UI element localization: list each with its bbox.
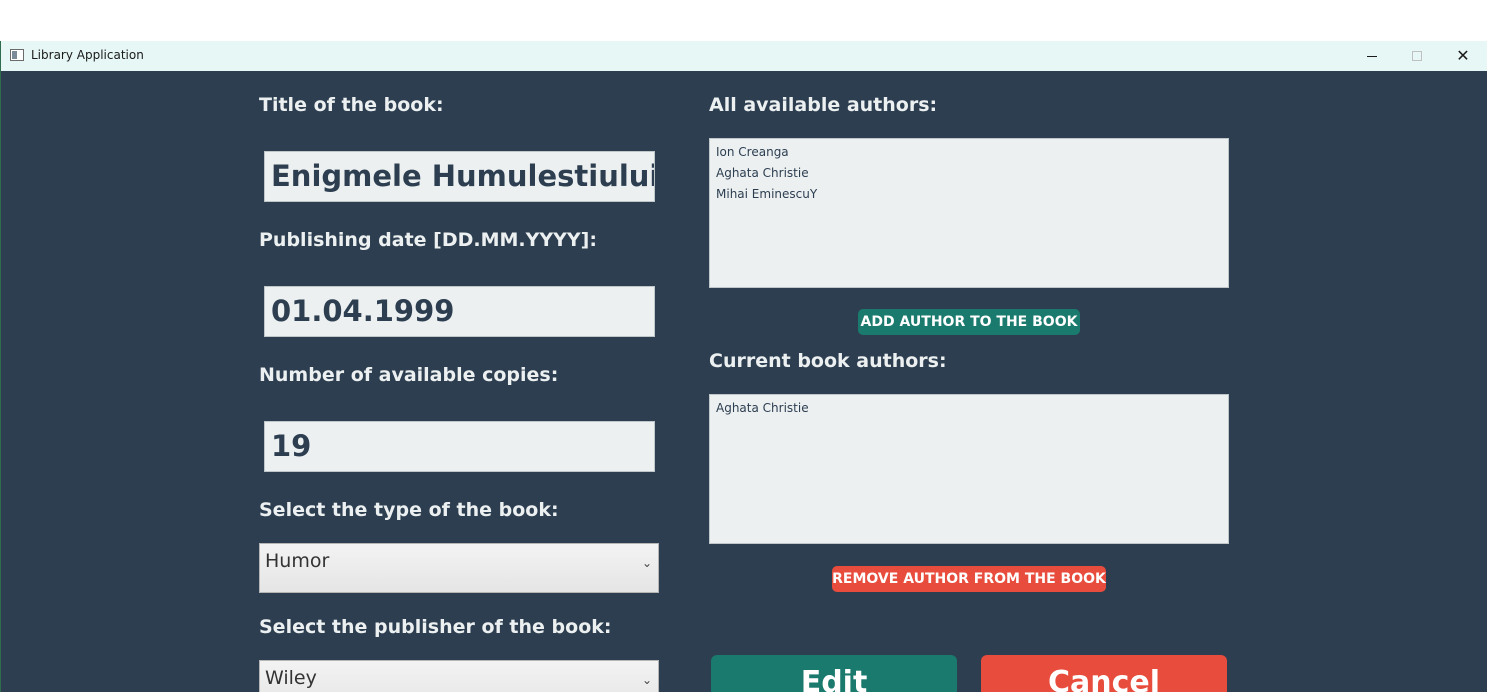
publisher-select[interactable]: Wiley ⌄ <box>259 660 659 692</box>
list-item[interactable]: Ion Creanga <box>716 144 1228 165</box>
chevron-down-icon: ⌄ <box>641 556 652 570</box>
publisher-value: Wiley <box>265 667 317 689</box>
maximize-button[interactable] <box>1394 41 1440 71</box>
date-input[interactable]: 01.04.1999 <box>264 286 655 337</box>
book-type-value: Humor <box>265 550 330 572</box>
current-authors-label: Current book authors: <box>709 350 947 372</box>
window-title: Library Application <box>31 48 144 62</box>
date-label: Publishing date [DD.MM.YYYY]: <box>259 229 597 251</box>
maximize-icon <box>1412 51 1422 61</box>
minimize-button[interactable] <box>1349 41 1395 71</box>
app-window-icon <box>10 49 24 61</box>
copies-input[interactable]: 19 <box>264 421 655 472</box>
available-authors-list[interactable]: Ion Creanga Aghata Christie Mihai Emines… <box>709 138 1229 288</box>
publisher-label: Select the publisher of the book: <box>259 616 612 638</box>
close-button[interactable]: ✕ <box>1440 41 1486 71</box>
library-app-window: Library Application ✕ Title of the book:… <box>1 41 1487 692</box>
list-item[interactable]: Aghata Christie <box>716 165 1228 186</box>
chevron-down-icon: ⌄ <box>641 673 652 687</box>
minimize-icon <box>1367 55 1377 57</box>
current-authors-list[interactable]: Aghata Christie <box>709 394 1229 544</box>
close-icon: ✕ <box>1456 46 1470 65</box>
available-authors-label: All available authors: <box>709 94 938 116</box>
title-label: Title of the book: <box>259 94 444 116</box>
cancel-button[interactable]: Cancel <box>981 655 1227 692</box>
remove-author-button[interactable]: REMOVE AUTHOR FROM THE BOOK <box>832 566 1106 592</box>
list-item[interactable]: Aghata Christie <box>716 400 1228 421</box>
type-label: Select the type of the book: <box>259 499 559 521</box>
copies-label: Number of available copies: <box>259 364 559 386</box>
title-input[interactable]: Enigmele Humulestiului <box>264 151 655 202</box>
edit-button[interactable]: Edit <box>711 655 957 692</box>
list-item[interactable]: Mihai EminescuY <box>716 186 1228 207</box>
add-author-button[interactable]: ADD AUTHOR TO THE BOOK <box>858 309 1080 335</box>
title-bar[interactable]: Library Application ✕ <box>1 41 1487 71</box>
book-type-select[interactable]: Humor ⌄ <box>259 543 659 593</box>
